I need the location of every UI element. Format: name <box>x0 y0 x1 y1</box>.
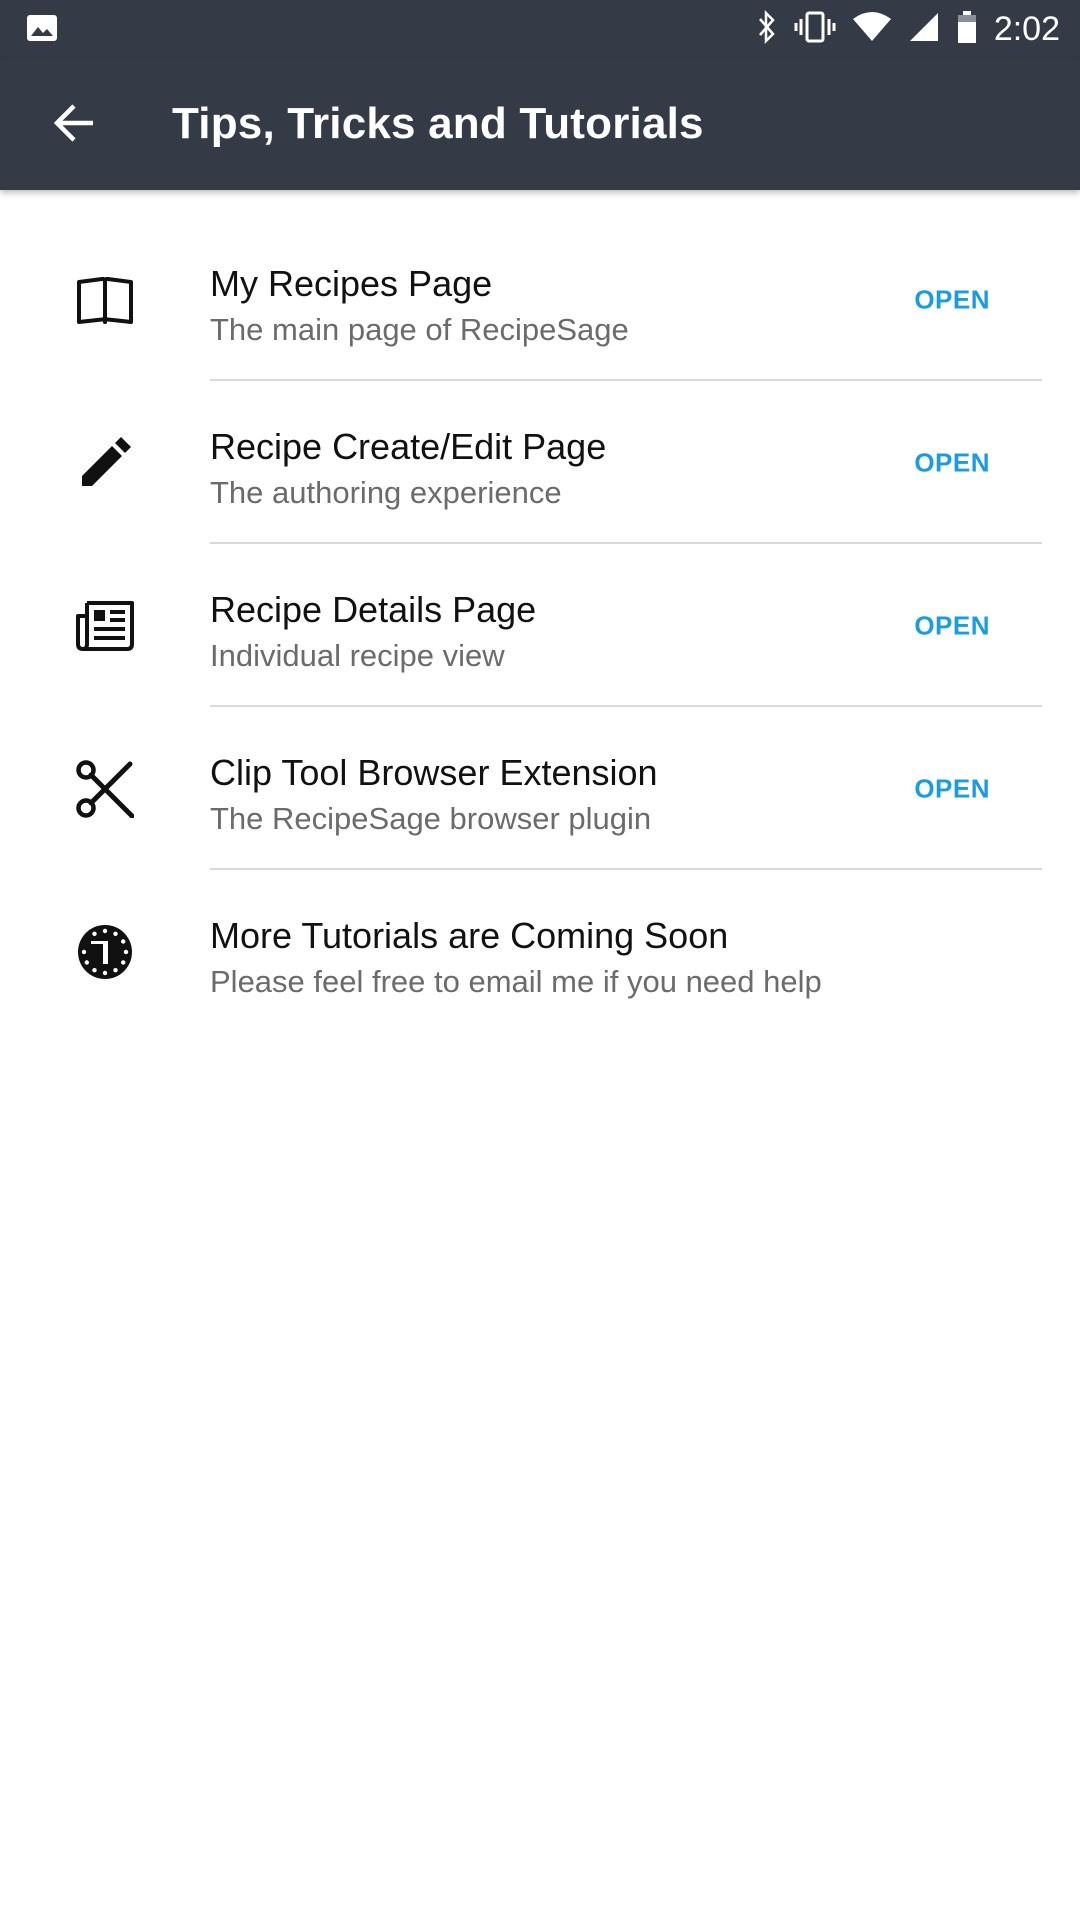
item-title: My Recipes Page <box>210 263 493 304</box>
list-item: My Recipes Page The main page of RecipeS… <box>0 218 1080 381</box>
item-subtitle: The main page of RecipeSage <box>210 312 629 347</box>
item-subtitle: Please feel free to email me if you need… <box>210 964 822 999</box>
status-icons: 2:02 <box>756 0 1080 58</box>
item-title: Recipe Details Page <box>210 589 537 630</box>
list-item: Recipe Create/Edit Page The authoring ex… <box>0 381 1080 544</box>
item-title: Recipe Create/Edit Page <box>210 426 607 467</box>
clock-icon <box>74 921 136 983</box>
open-clip-tool-button[interactable]: OPEN <box>914 763 990 814</box>
book-icon <box>74 269 136 331</box>
back-button[interactable] <box>46 96 104 154</box>
list-item: More Tutorials are Coming Soon Please fe… <box>0 870 1080 1033</box>
status-bar: 2:02 <box>0 0 1080 58</box>
item-title: Clip Tool Browser Extension <box>210 752 658 793</box>
arrow-back-icon <box>53 103 97 148</box>
item-subtitle: The authoring experience <box>210 475 562 510</box>
status-time: 2:02 <box>993 10 1060 48</box>
list-item: Clip Tool Browser Extension The RecipeSa… <box>0 707 1080 870</box>
image-icon <box>26 14 58 42</box>
open-recipe-details-button[interactable]: OPEN <box>914 600 990 651</box>
open-my-recipes-button[interactable]: OPEN <box>914 274 990 325</box>
item-subtitle: Individual recipe view <box>210 638 505 673</box>
app-bar: Tips, Tricks and Tutorials <box>0 58 1080 190</box>
list-item: Recipe Details Page Individual recipe vi… <box>0 544 1080 707</box>
vibrate-icon <box>794 10 836 49</box>
pencil-icon <box>74 432 136 494</box>
item-title: More Tutorials are Coming Soon <box>210 915 729 956</box>
scissors-icon <box>74 758 136 820</box>
battery-icon <box>956 10 978 49</box>
tutorial-list: My Recipes Page The main page of RecipeS… <box>0 218 1080 1033</box>
open-recipe-edit-button[interactable]: OPEN <box>914 437 990 488</box>
bluetooth-icon <box>756 9 778 49</box>
signal-icon <box>908 11 940 48</box>
item-subtitle: The RecipeSage browser plugin <box>210 801 652 836</box>
page-title: Tips, Tricks and Tutorials <box>172 99 704 148</box>
wifi-icon <box>852 11 892 48</box>
newspaper-icon <box>74 595 136 657</box>
